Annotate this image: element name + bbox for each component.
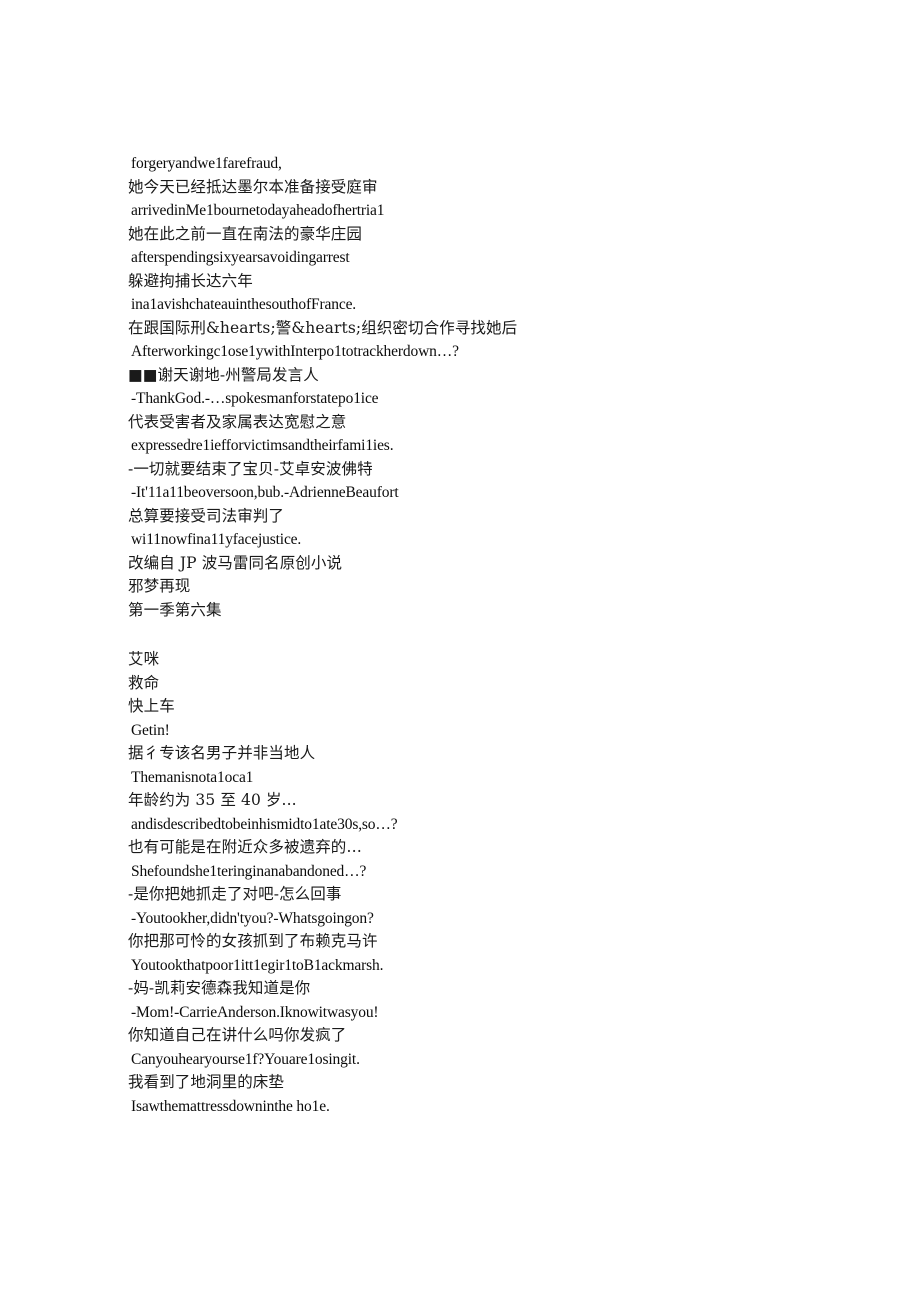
transcript-line: 她今天已经抵达墨尔本准备接受庭审	[128, 177, 378, 196]
transcript-line: ina1avishchateauinthesouthofFrance.	[131, 296, 357, 313]
transcript-line: 救命	[128, 673, 160, 692]
transcript-line: arrivedinMe1bournetodayaheadofhertria1	[131, 202, 385, 219]
transcript-line: 快上车	[128, 697, 175, 715]
transcript-block: 艾咪救命快上车 Getin! 据彳专该名男子并非当地人 Themanisnota1oc…	[128, 648, 828, 1118]
transcript-line: expressedre1iefforvictimsandtheirfami1ie…	[131, 437, 394, 454]
transcript-line: Canyouhearyourse1f?Youare1osingit.	[131, 1050, 360, 1068]
transcript-line: 你把那可怜的女孩抓到了布赖克马许	[128, 932, 378, 950]
transcript-line: -It'11a11beoversoon,bub.-AdrienneBeaufor…	[131, 484, 399, 501]
document-page: forgeryandwe1farefraud, 她今天已经抵达墨尔本准备接受庭审 a…	[0, 0, 920, 1301]
transcript-line: 她在此之前一直在南法的豪华庄园	[128, 224, 363, 243]
transcript-line: 据彳专该名男子并非当地人	[128, 744, 316, 762]
transcript-line: 躲避拘捕长达六年	[128, 271, 253, 290]
transcript-line: wi11nowfina11yfacejustice.	[131, 531, 302, 548]
transcript-line: 也有可能是在附近众多被遗弃的…	[128, 838, 363, 856]
transcript-line: Youtookthatpoor1itt1egir1toB1ackmarsh.	[131, 956, 384, 974]
transcript-line: 第一季第六集	[128, 600, 222, 619]
transcript-line: -Mom!-CarrieAnderson.Iknowitwasyou!	[131, 1003, 379, 1021]
transcript-line: -一切就要结束了宝贝-艾卓安波佛特	[128, 459, 373, 478]
transcript-line: Themanisnota1oca1	[131, 768, 254, 786]
transcript-line: 代表受害者及家属表达宽慰之意	[128, 412, 347, 431]
transcript-line: afterspendingsixyearsavoidingarrest	[131, 249, 350, 266]
transcript-line: -ThankGod.-…spokesmanforstatepo1ice	[131, 390, 379, 407]
transcript-line: -是你把她抓走了对吧-怎么回事	[128, 885, 342, 903]
transcript-line: 改编自 JP 波马雷同名原创小说	[128, 553, 343, 572]
transcript-line: Afterworkingc1ose1ywithInterpo1totrackhe…	[131, 343, 459, 360]
transcript-line: 艾咪	[128, 650, 160, 668]
transcript-line: Isawthemattressdowninthe ho1e.	[131, 1097, 330, 1115]
transcript-line: 邪梦再现	[128, 577, 191, 595]
transcript-line: -Youtookher,didn'tyou?-Whatsgoingon?	[131, 909, 374, 927]
transcript-line: -妈-凯莉安德森我知道是你	[128, 979, 311, 997]
transcript-line: andisdescribedtobeinhismidto1ate30s,so…?	[131, 815, 398, 833]
transcript-block: forgeryandwe1farefraud, 她今天已经抵达墨尔本准备接受庭审 a…	[128, 152, 828, 622]
transcript-line: 你知道自己在讲什么吗你发疯了	[128, 1026, 347, 1044]
transcript-line: ■■谢天谢地-州警局发言人	[128, 365, 319, 384]
transcript-line: 在跟国际刑&hearts;警&hearts;组织密切合作寻找她后	[128, 318, 518, 337]
transcript-line: 年龄约为 35 至 40 岁...	[128, 791, 297, 809]
transcript-line: Shefoundshe1teringinanabandoned…?	[131, 862, 367, 880]
document-text-body: forgeryandwe1farefraud, 她今天已经抵达墨尔本准备接受庭审 a…	[128, 152, 828, 1118]
transcript-line: 总算要接受司法审判了	[128, 506, 285, 525]
transcript-line: forgeryandwe1farefraud,	[131, 155, 282, 172]
transcript-line: 我看到了地洞里的床垫	[128, 1073, 285, 1091]
transcript-line: Getin!	[131, 721, 170, 739]
